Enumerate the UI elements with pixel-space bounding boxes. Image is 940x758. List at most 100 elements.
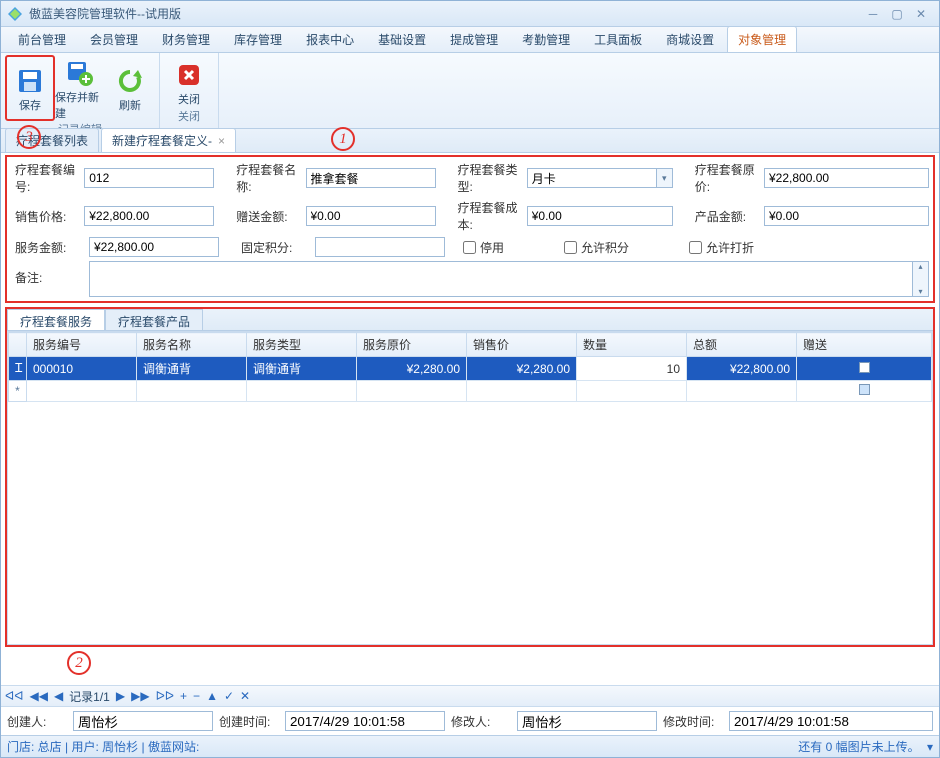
nav-first[interactable]: ᐊᐊ	[5, 689, 23, 703]
input-prod-amount[interactable]	[764, 206, 929, 226]
menu-mall[interactable]: 商城设置	[655, 26, 725, 52]
field-modify-time	[729, 711, 933, 731]
col-qty[interactable]: 数量	[577, 333, 687, 357]
menu-attendance[interactable]: 考勤管理	[511, 26, 581, 52]
label-svc-amount: 服务金额:	[11, 239, 89, 256]
tab-package-products[interactable]: 疗程套餐产品	[105, 309, 203, 330]
services-grid[interactable]: 服务编号 服务名称 服务类型 服务原价 销售价 数量 总额 赠送 Ꮖ 00001…	[7, 331, 933, 645]
ribbon: 保存 保存并新建 刷新 记录编辑 关闭 关闭	[1, 53, 939, 129]
menu-inventory[interactable]: 库存管理	[223, 26, 293, 52]
checkbox-allow-points[interactable]: 允许积分	[564, 239, 629, 256]
input-package-name[interactable]	[306, 168, 436, 188]
save-and-new-button[interactable]: 保存并新建	[55, 55, 105, 121]
nav-next-page[interactable]: ▶▶	[131, 689, 149, 703]
status-user: 用户: 周怡杉	[71, 740, 138, 754]
refresh-button[interactable]: 刷新	[105, 55, 155, 121]
label-modifier: 修改人:	[451, 713, 511, 730]
col-service-type[interactable]: 服务类型	[247, 333, 357, 357]
label-create-time: 创建时间:	[219, 713, 279, 730]
col-sale-price[interactable]: 销售价	[467, 333, 577, 357]
minimize-button[interactable]: ─	[861, 6, 885, 22]
menu-finance[interactable]: 财务管理	[151, 26, 221, 52]
input-cost[interactable]	[527, 206, 673, 226]
remark-scrollbar[interactable]: ▴▾	[913, 261, 929, 297]
field-creator	[73, 711, 213, 731]
label-orig-price: 疗程套餐原价:	[691, 161, 764, 195]
ribbon-group-edit: 保存 保存并新建 刷新 记录编辑	[1, 53, 160, 128]
menu-basic-settings[interactable]: 基础设置	[367, 26, 437, 52]
tab-close-icon[interactable]: ×	[218, 134, 225, 148]
input-package-no[interactable]	[84, 168, 214, 188]
input-orig-price[interactable]	[764, 168, 929, 188]
col-service-name[interactable]: 服务名称	[137, 333, 247, 357]
nav-next[interactable]: ▶	[116, 689, 125, 703]
menu-tools[interactable]: 工具面板	[583, 26, 653, 52]
grid-header-row: 服务编号 服务名称 服务类型 服务原价 销售价 数量 总额 赠送	[9, 333, 932, 357]
input-sale-price[interactable]	[84, 206, 214, 226]
menu-commission[interactable]: 提成管理	[439, 26, 509, 52]
nav-add[interactable]: +	[180, 689, 187, 703]
nav-prev[interactable]: ◀	[54, 689, 63, 703]
new-row-icon: *	[9, 381, 27, 402]
save-button[interactable]: 保存	[5, 55, 55, 121]
close-button[interactable]: 关闭	[164, 55, 214, 108]
services-panel: 疗程套餐服务 疗程套餐产品 服务编号 服务名称 服务类型 服务原价 销售价 数量…	[5, 307, 935, 647]
checkbox-allow-discount[interactable]: 允许打折	[689, 239, 754, 256]
audit-info: 创建人: 创建时间: 修改人: 修改时间:	[1, 707, 939, 735]
grid-row-selected[interactable]: Ꮖ 000010 调衡通背 调衡通背 ¥2,280.00 ¥2,280.00 1…	[9, 357, 932, 381]
cell-gift-checkbox[interactable]	[797, 357, 932, 381]
menu-frontdesk[interactable]: 前台管理	[7, 26, 77, 52]
status-store: 门店: 总店	[7, 740, 62, 754]
field-modifier	[517, 711, 657, 731]
nav-commit[interactable]: ✓	[224, 689, 234, 703]
input-remark[interactable]	[89, 261, 913, 297]
label-cost: 疗程套餐成本:	[454, 199, 527, 233]
chevron-down-icon[interactable]: ▾	[657, 168, 673, 188]
save-icon	[16, 67, 44, 95]
label-fixed-points: 固定积分:	[237, 239, 315, 256]
col-orig-price[interactable]: 服务原价	[357, 333, 467, 357]
combo-package-type[interactable]: ▾	[527, 168, 673, 188]
nav-edit[interactable]: ▲	[206, 689, 218, 703]
label-sale-price: 销售价格:	[11, 208, 84, 225]
input-fixed-points[interactable]	[315, 237, 445, 257]
label-package-name: 疗程套餐名称:	[232, 161, 305, 195]
save-new-icon	[66, 59, 94, 87]
main-menubar: 前台管理 会员管理 财务管理 库存管理 报表中心 基础设置 提成管理 考勤管理 …	[1, 27, 939, 53]
status-upload-info: 还有 0 幅图片未上传。	[798, 740, 919, 754]
tab-new-package[interactable]: 新建疗程套餐定义-×	[101, 128, 236, 152]
app-window: 傲蓝美容院管理软件--试用版 ─ ▢ ✕ 前台管理 会员管理 财务管理 库存管理…	[0, 0, 940, 758]
menu-member[interactable]: 会员管理	[79, 26, 149, 52]
tab-package-services[interactable]: 疗程套餐服务	[7, 309, 105, 330]
cell-qty-editing[interactable]: 10	[577, 357, 687, 381]
menu-reports[interactable]: 报表中心	[295, 26, 365, 52]
nav-last[interactable]: ᐅᐅ	[156, 689, 174, 703]
checkbox-disabled[interactable]: 停用	[463, 239, 504, 256]
nav-cancel[interactable]: ✕	[240, 689, 250, 703]
close-icon	[175, 61, 203, 89]
label-modify-time: 修改时间:	[663, 713, 723, 730]
label-prod-amount: 产品金额:	[691, 208, 764, 225]
menu-object-mgmt[interactable]: 对象管理	[727, 26, 797, 52]
row-indicator-icon: Ꮖ	[9, 357, 27, 381]
ribbon-group-close: 关闭 关闭	[160, 53, 219, 128]
col-service-no[interactable]: 服务编号	[27, 333, 137, 357]
input-svc-amount[interactable]	[89, 237, 219, 257]
nav-prev-page[interactable]: ◀◀	[29, 689, 47, 703]
ribbon-group-close-caption: 关闭	[164, 108, 214, 126]
grid-new-row[interactable]: *	[9, 381, 932, 402]
close-window-button[interactable]: ✕	[909, 6, 933, 22]
package-form: 疗程套餐编号: 疗程套餐名称: 疗程套餐类型: ▾ 疗程套餐原价: 销售价格: …	[5, 155, 935, 303]
titlebar: 傲蓝美容院管理软件--试用版 ─ ▢ ✕	[1, 1, 939, 27]
col-total[interactable]: 总额	[687, 333, 797, 357]
maximize-button[interactable]: ▢	[885, 6, 909, 22]
input-gift-amount[interactable]	[306, 206, 436, 226]
document-tabs: 疗程套餐列表 新建疗程套餐定义-× 1 3	[1, 129, 939, 153]
label-package-type: 疗程套餐类型:	[454, 161, 527, 195]
status-dropdown-icon[interactable]: ▾	[927, 740, 933, 754]
tab-package-list[interactable]: 疗程套餐列表	[5, 128, 99, 152]
status-website-link[interactable]: 傲蓝网站:	[148, 740, 199, 754]
col-gift[interactable]: 赠送	[797, 333, 932, 357]
nav-record-label: 记录1/1	[69, 688, 110, 705]
nav-delete[interactable]: −	[193, 689, 200, 703]
